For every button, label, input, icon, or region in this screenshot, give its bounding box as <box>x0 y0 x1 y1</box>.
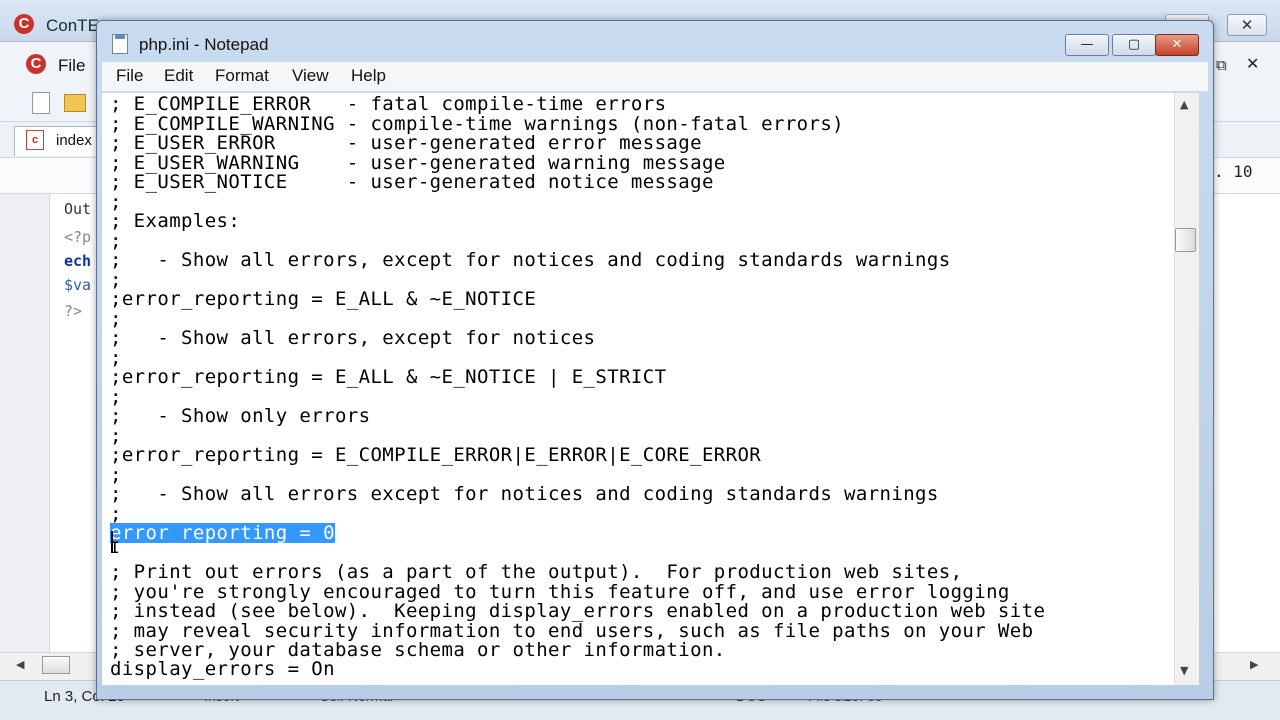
horizontal-scroll-thumb[interactable] <box>42 656 70 674</box>
file-tab-icon: c <box>26 130 44 150</box>
window-title: php.ini - Notepad <box>139 35 269 54</box>
text-line: ; <box>110 308 122 330</box>
background-window-title: ConTE <box>46 16 99 35</box>
context-menu-logo-icon: C <box>26 54 46 74</box>
text-line: ; you're strongly encouraged to turn thi… <box>110 581 1010 603</box>
text-line: ; <box>110 503 122 525</box>
background-close-button[interactable]: ✕ <box>1227 14 1267 36</box>
text-line: ; <box>110 425 122 447</box>
text-line: ; - Show all errors except for notices a… <box>110 483 939 505</box>
text-line: ; E_USER_NOTICE - user-generated notice … <box>110 171 714 193</box>
menu-view[interactable]: View <box>292 66 329 86</box>
text-line: ; E_COMPILE_ERROR - fatal compile-time e… <box>110 93 667 115</box>
text-line: ;error_reporting = E_ALL & ~E_NOTICE | E… <box>110 366 667 388</box>
background-line-gutter <box>0 194 50 652</box>
ruler-number: . 10 <box>1214 162 1253 181</box>
text-line: ; <box>110 269 122 291</box>
scroll-up-arrow-icon[interactable]: ▲ <box>1180 98 1188 111</box>
text-line: ; E_USER_ERROR - user-generated error me… <box>110 132 702 154</box>
notepad-icon[interactable] <box>112 34 128 54</box>
menu-edit[interactable]: Edit <box>164 66 193 86</box>
scroll-down-arrow-icon[interactable]: ▼ <box>1180 664 1188 677</box>
text-line: ;error_reporting = E_COMPILE_ERROR|E_ERR… <box>110 444 762 466</box>
new-document-icon[interactable] <box>32 92 50 114</box>
menu-file[interactable]: File <box>116 66 143 86</box>
text-line: ; E_COMPILE_WARNING - compile-time warni… <box>110 113 845 135</box>
background-code-line: ech <box>64 252 92 270</box>
text-line: ; <box>110 191 122 213</box>
vertical-scroll-thumb[interactable] <box>1175 228 1196 252</box>
text-line: ; <box>110 230 122 252</box>
maximize-button[interactable]: ▢ <box>1112 34 1156 56</box>
text-line: ;error_reporting = E_ALL & ~E_NOTICE <box>110 288 537 310</box>
background-restore-icon[interactable]: ⧉ <box>1216 56 1227 74</box>
background-doc-close-icon[interactable]: ✕ <box>1246 54 1259 73</box>
text-line: ; E_USER_WARNING - user-generated warnin… <box>110 152 726 174</box>
text-line: ; - Show all errors, except for notices … <box>110 249 951 271</box>
text-line: ; Examples: <box>110 210 241 232</box>
text-line: ; - Show only errors <box>110 405 371 427</box>
text-line: ; instead (see below). Keeping display_e… <box>110 600 1046 622</box>
text-line: ; <box>110 347 122 369</box>
text-line: ; - Show all errors, except for notices <box>110 327 596 349</box>
background-code-line: ?> <box>64 302 83 320</box>
background-code-line: <?p <box>64 228 92 246</box>
text-line: ; may reveal security information to end… <box>110 620 1034 642</box>
open-folder-icon[interactable] <box>64 94 86 112</box>
close-button[interactable]: ✕ <box>1155 34 1199 56</box>
menu-format[interactable]: Format <box>215 66 269 86</box>
background-code-line: Out <box>64 200 92 218</box>
text-line: ; Print out errors (as a part of the out… <box>110 561 963 583</box>
scroll-right-arrow-icon[interactable]: ▶ <box>1250 658 1258 671</box>
text-line: ; server, your database schema or other … <box>110 639 726 661</box>
scroll-left-arrow-icon[interactable]: ◀ <box>16 658 24 671</box>
selected-text-line: error_reporting = 0 <box>110 522 335 544</box>
text-line: ; <box>110 386 122 408</box>
text-line: display_errors = On <box>110 658 335 680</box>
background-file-tab-label: index <box>56 132 92 149</box>
minimize-button[interactable]: — <box>1065 34 1109 56</box>
menu-help[interactable]: Help <box>351 66 386 86</box>
vertical-scrollbar[interactable] <box>1174 93 1199 685</box>
text-line: ; <box>110 464 122 486</box>
background-code-line: $va <box>64 276 92 294</box>
context-logo-icon: C <box>14 14 34 34</box>
ibeam-cursor-icon: I <box>110 538 120 557</box>
background-menu-file[interactable]: File <box>58 56 85 76</box>
